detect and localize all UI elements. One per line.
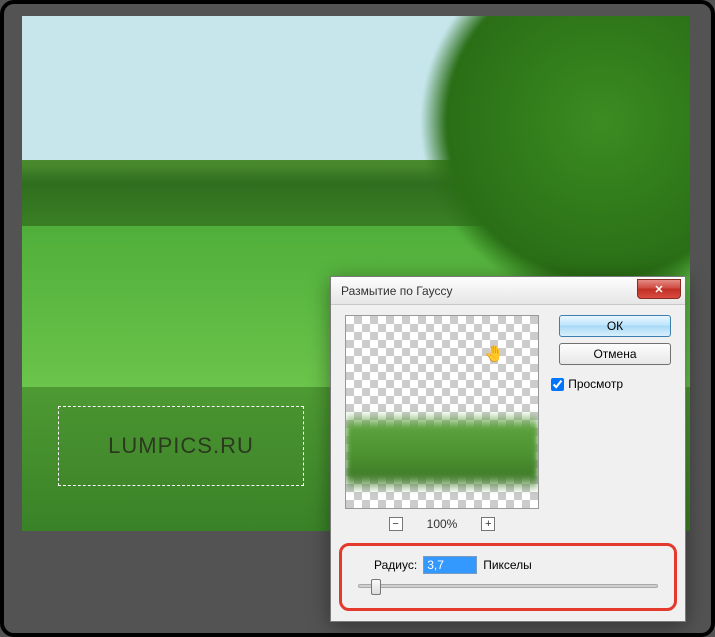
zoom-out-button[interactable]: −	[389, 517, 403, 531]
hand-cursor-icon: ✋	[484, 344, 504, 364]
dialog-titlebar[interactable]: Размытие по Гауссу ✕	[331, 277, 685, 305]
ok-button[interactable]: ОК	[559, 315, 671, 337]
close-button[interactable]: ✕	[637, 279, 681, 299]
radius-label: Радиус:	[374, 558, 417, 572]
radius-unit: Пикселы	[483, 558, 532, 572]
close-icon: ✕	[654, 283, 663, 296]
zoom-value: 100%	[427, 517, 458, 531]
dialog-body: ✋ − 100% + ОК Отмена Просмотр Радиус: Пи…	[331, 305, 685, 621]
radius-input[interactable]	[423, 556, 477, 574]
minus-icon: −	[392, 519, 398, 530]
marquee-selection[interactable]: LUMPICS.RU	[58, 406, 304, 486]
radius-slider-thumb[interactable]	[371, 579, 381, 595]
radius-slider[interactable]	[358, 584, 658, 588]
photo-tree-right	[410, 16, 690, 296]
preview-checkbox-label: Просмотр	[568, 377, 623, 391]
radius-row: Радиус: Пикселы	[354, 556, 662, 574]
filter-preview[interactable]: ✋	[345, 315, 539, 509]
preview-checkbox-row[interactable]: Просмотр	[551, 377, 623, 391]
watermark-text: LUMPICS.RU	[108, 433, 254, 459]
cancel-button[interactable]: Отмена	[559, 343, 671, 365]
radius-control-highlight: Радиус: Пикселы	[339, 543, 677, 611]
preview-checkbox[interactable]	[551, 378, 564, 391]
zoom-in-button[interactable]: +	[481, 517, 495, 531]
dialog-title: Размытие по Гауссу	[341, 284, 452, 298]
gaussian-blur-dialog: Размытие по Гауссу ✕ ✋ − 100% + ОК Отмен…	[330, 276, 686, 622]
preview-content	[346, 412, 538, 492]
plus-icon: +	[485, 519, 491, 530]
zoom-controls: − 100% +	[345, 515, 539, 533]
